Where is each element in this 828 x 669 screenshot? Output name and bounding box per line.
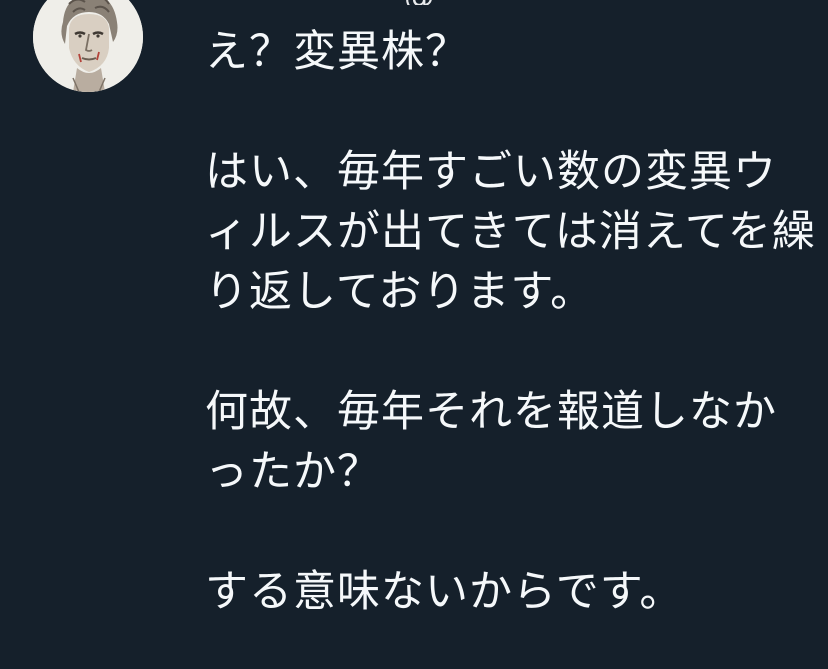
- tweet-text: え？変異株？ はい、毎年すごい数の変異ウィルスが出てきては消えてを繰り返しており…: [205, 27, 816, 617]
- avatar[interactable]: [33, 0, 143, 92]
- statue-bust-icon: [33, 0, 143, 92]
- tweet-header-partial: ・・・ ・・・ @ ・・・ ・・・: [205, 0, 805, 5]
